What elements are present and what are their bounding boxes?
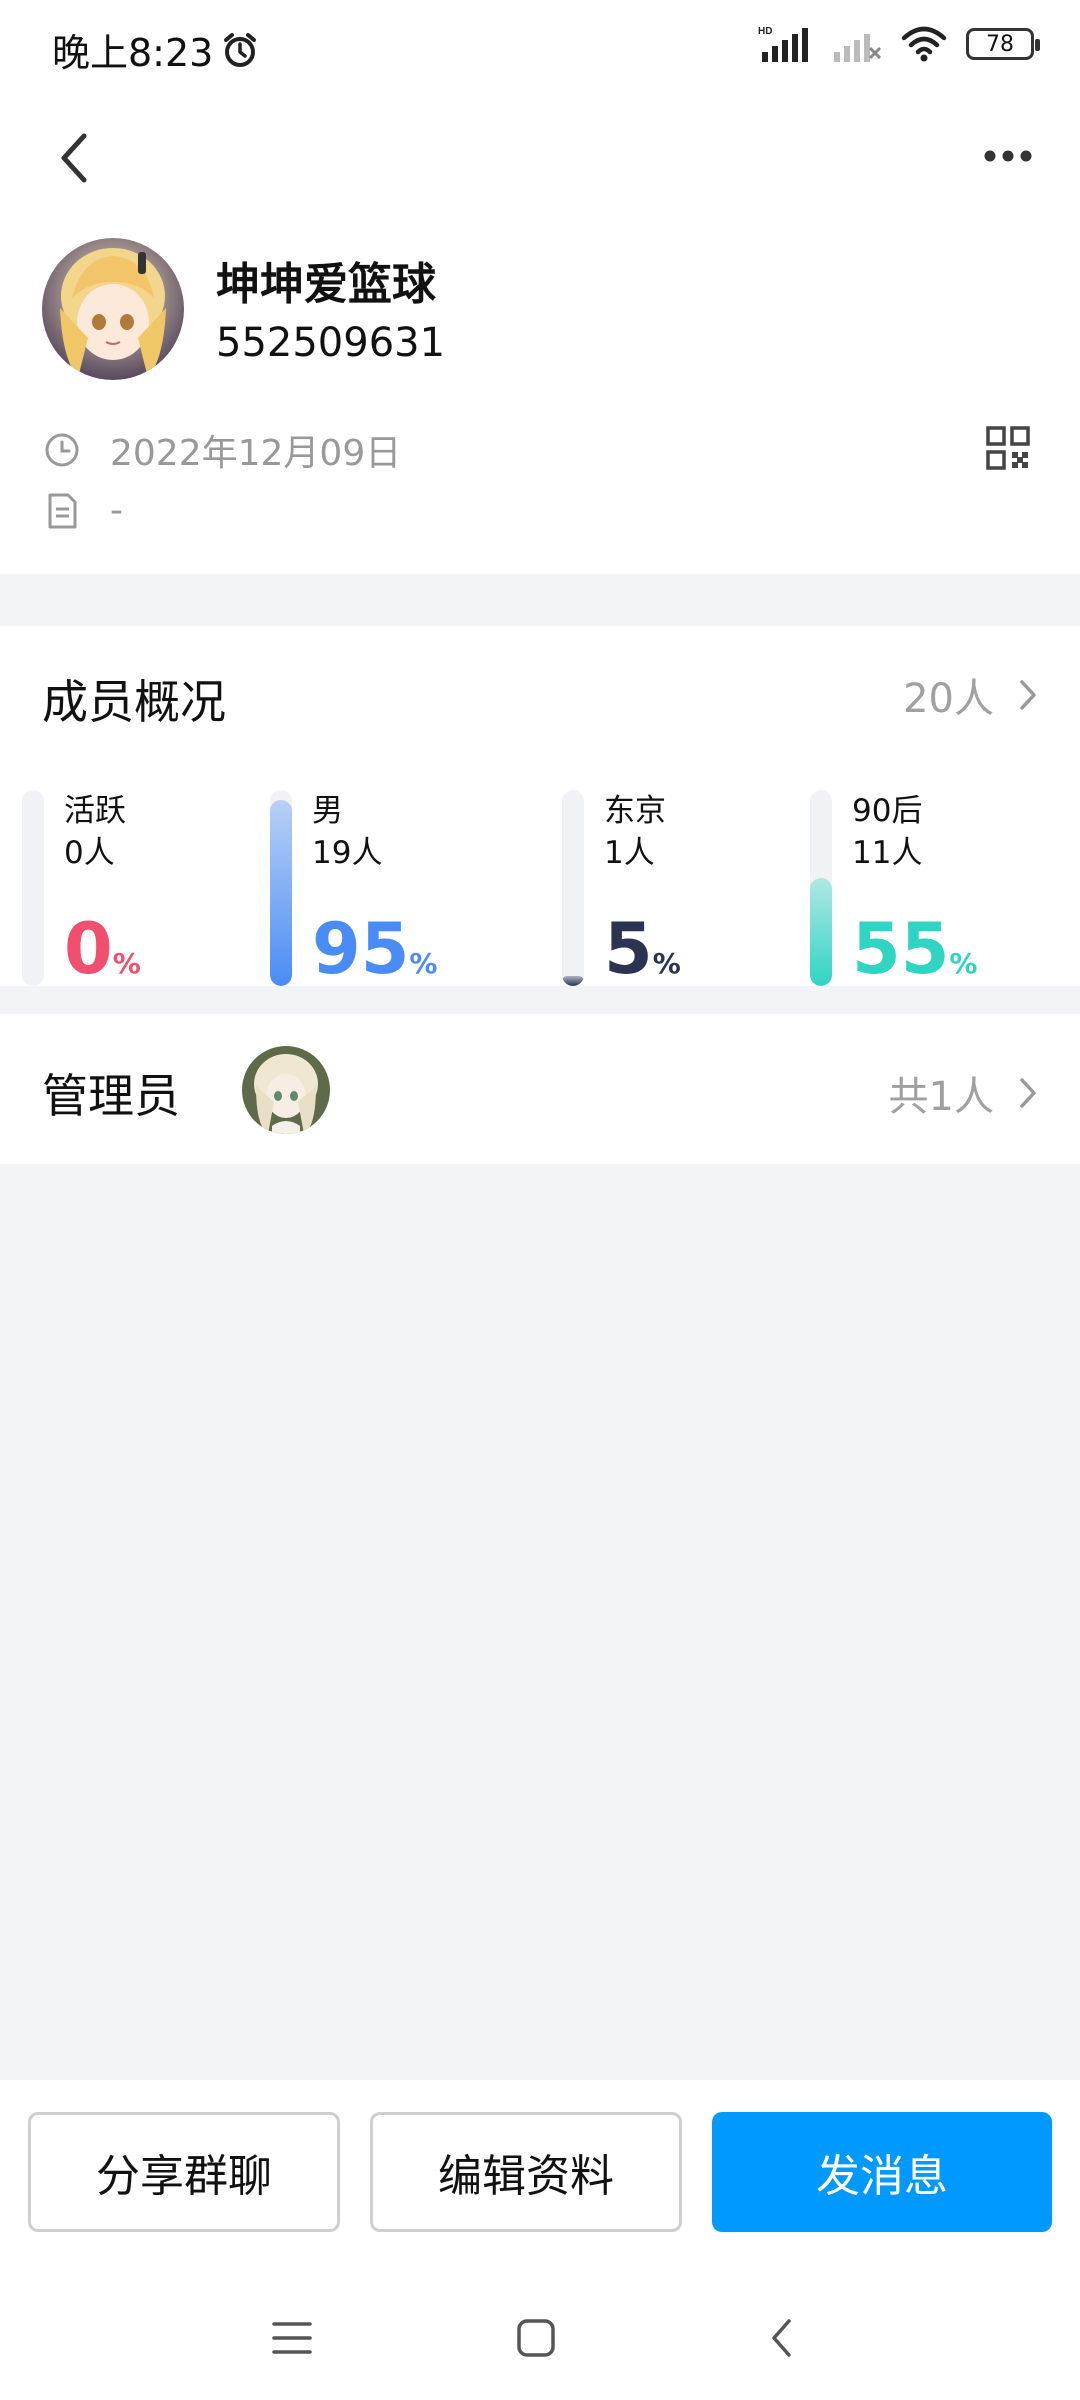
- alarm-icon: [224, 32, 257, 67]
- stat-label: 活跃 0人: [64, 790, 126, 874]
- more-dots-icon: [984, 150, 1032, 162]
- stat-percent-sign: %: [652, 947, 681, 980]
- created-date-row: 2022年12月09日: [44, 424, 401, 476]
- clock-icon: [45, 433, 79, 467]
- group-avatar-image: [42, 238, 184, 380]
- document-icon: [48, 493, 77, 528]
- battery-icon: 78: [966, 28, 1040, 60]
- group-id: 552509631: [216, 320, 446, 366]
- stat-bar-fill: [810, 878, 832, 986]
- send-message-label: 发消息: [816, 2151, 948, 2202]
- member-stat-2: 东京 1人 5%: [562, 760, 812, 986]
- member-stat-1: 男 19人 95%: [270, 760, 520, 986]
- admins-title: 管理员: [42, 1069, 180, 1123]
- hd-signal-icon: HD: [758, 26, 808, 62]
- status-bar: 晚上8:23 HD 78: [0, 0, 1080, 96]
- stat-label: 男 19人: [312, 790, 382, 874]
- share-group-label: 分享群聊: [96, 2151, 272, 2202]
- edit-profile-label: 编辑资料: [438, 2151, 614, 2202]
- member-stat-0: 活跃 0人 0%: [22, 760, 272, 986]
- stat-category: 东京: [604, 793, 666, 829]
- stat-percent-value: 5: [604, 908, 653, 990]
- members-overview-card: 成员概况 20人 活跃 0人 0% 男 19人 95% 东京 1人 5% 90后 11人 55%: [0, 626, 1080, 986]
- nav-back-icon: [772, 2319, 791, 2357]
- stat-bar-track: [562, 790, 584, 986]
- nav-home-button[interactable]: [506, 2308, 566, 2368]
- stat-percent: 55%: [852, 912, 977, 1001]
- member-stat-3: 90后 11人 55%: [810, 760, 1060, 986]
- stat-percent: 5%: [604, 912, 681, 1001]
- stat-bar-fill: [562, 976, 584, 986]
- stat-count: 1人: [604, 835, 655, 871]
- stat-count: 11人: [852, 835, 923, 871]
- stat-label: 东京 1人: [604, 790, 666, 874]
- stat-category: 90后: [852, 793, 923, 829]
- stat-bar-track: [22, 790, 44, 986]
- status-icons: HD 78: [758, 24, 1040, 64]
- chevron-left-icon: [61, 133, 87, 183]
- stat-label: 90后 11人: [852, 790, 922, 874]
- home-square-icon: [517, 2319, 555, 2357]
- back-button[interactable]: [44, 122, 104, 194]
- action-bar: 分享群聊 编辑资料 发消息: [0, 2080, 1080, 2270]
- members-count-link[interactable]: 20人: [903, 666, 1038, 724]
- stat-percent-sign: %: [112, 947, 141, 980]
- group-avatar[interactable]: [42, 238, 184, 380]
- stat-percent: 95%: [312, 912, 437, 1001]
- members-count: 20人: [903, 676, 994, 722]
- admins-count-link[interactable]: 共1人: [889, 1064, 1038, 1122]
- stat-count: 0人: [64, 835, 115, 871]
- edit-profile-button[interactable]: 编辑资料: [370, 2112, 682, 2232]
- chevron-right-icon: [1020, 680, 1036, 710]
- group-profile-page: 晚上8:23 HD 78 坤坤爱篮球 552509631 2022年12月09日…: [0, 0, 1080, 2400]
- stat-bar-track: [810, 790, 832, 986]
- menu-icon: [272, 2322, 312, 2354]
- created-date: 2022年12月09日: [110, 433, 402, 474]
- stat-category: 活跃: [64, 793, 126, 829]
- members-title: 成员概况: [42, 675, 226, 729]
- description-row: -: [44, 490, 123, 531]
- nav-menu-button[interactable]: [262, 2308, 322, 2368]
- stat-percent-value: 0: [64, 908, 113, 990]
- stat-count: 19人: [312, 835, 383, 871]
- group-info-card: 坤坤爱篮球 552509631 2022年12月09日 -: [0, 96, 1080, 574]
- stat-percent-value: 95: [312, 908, 410, 990]
- group-description: -: [110, 490, 123, 531]
- stat-category: 男: [312, 793, 343, 829]
- stat-percent-value: 55: [852, 908, 950, 990]
- svg-text:HD: HD: [758, 26, 772, 37]
- stat-bar-track: [270, 790, 292, 986]
- wifi-icon: [901, 26, 947, 62]
- battery-level: 78: [986, 31, 1014, 57]
- admins-count: 共1人: [888, 1074, 994, 1120]
- share-group-button[interactable]: 分享群聊: [28, 2112, 340, 2232]
- stat-bar-fill: [270, 800, 292, 986]
- admin-avatar-image: [242, 1046, 330, 1134]
- send-message-button[interactable]: 发消息: [712, 2112, 1052, 2232]
- status-time: 晚上8:23: [52, 31, 214, 75]
- admins-card[interactable]: 管理员 共1人: [0, 1014, 1080, 1164]
- nav-back-button[interactable]: [752, 2308, 812, 2368]
- chevron-right-icon: [1020, 1078, 1036, 1108]
- stat-percent-sign: %: [949, 947, 978, 980]
- stat-percent: 0%: [64, 912, 141, 1001]
- stat-percent-sign: %: [409, 947, 438, 980]
- group-name: 坤坤爱篮球: [216, 259, 436, 310]
- signal-icon: [834, 34, 882, 62]
- admin-avatar[interactable]: [242, 1046, 330, 1134]
- status-time-group: 晚上8:23: [52, 22, 259, 77]
- more-button[interactable]: [968, 126, 1048, 186]
- qr-code-icon: [986, 426, 1030, 470]
- qr-code-button[interactable]: [986, 426, 1030, 470]
- system-nav-bar: [0, 2270, 1080, 2400]
